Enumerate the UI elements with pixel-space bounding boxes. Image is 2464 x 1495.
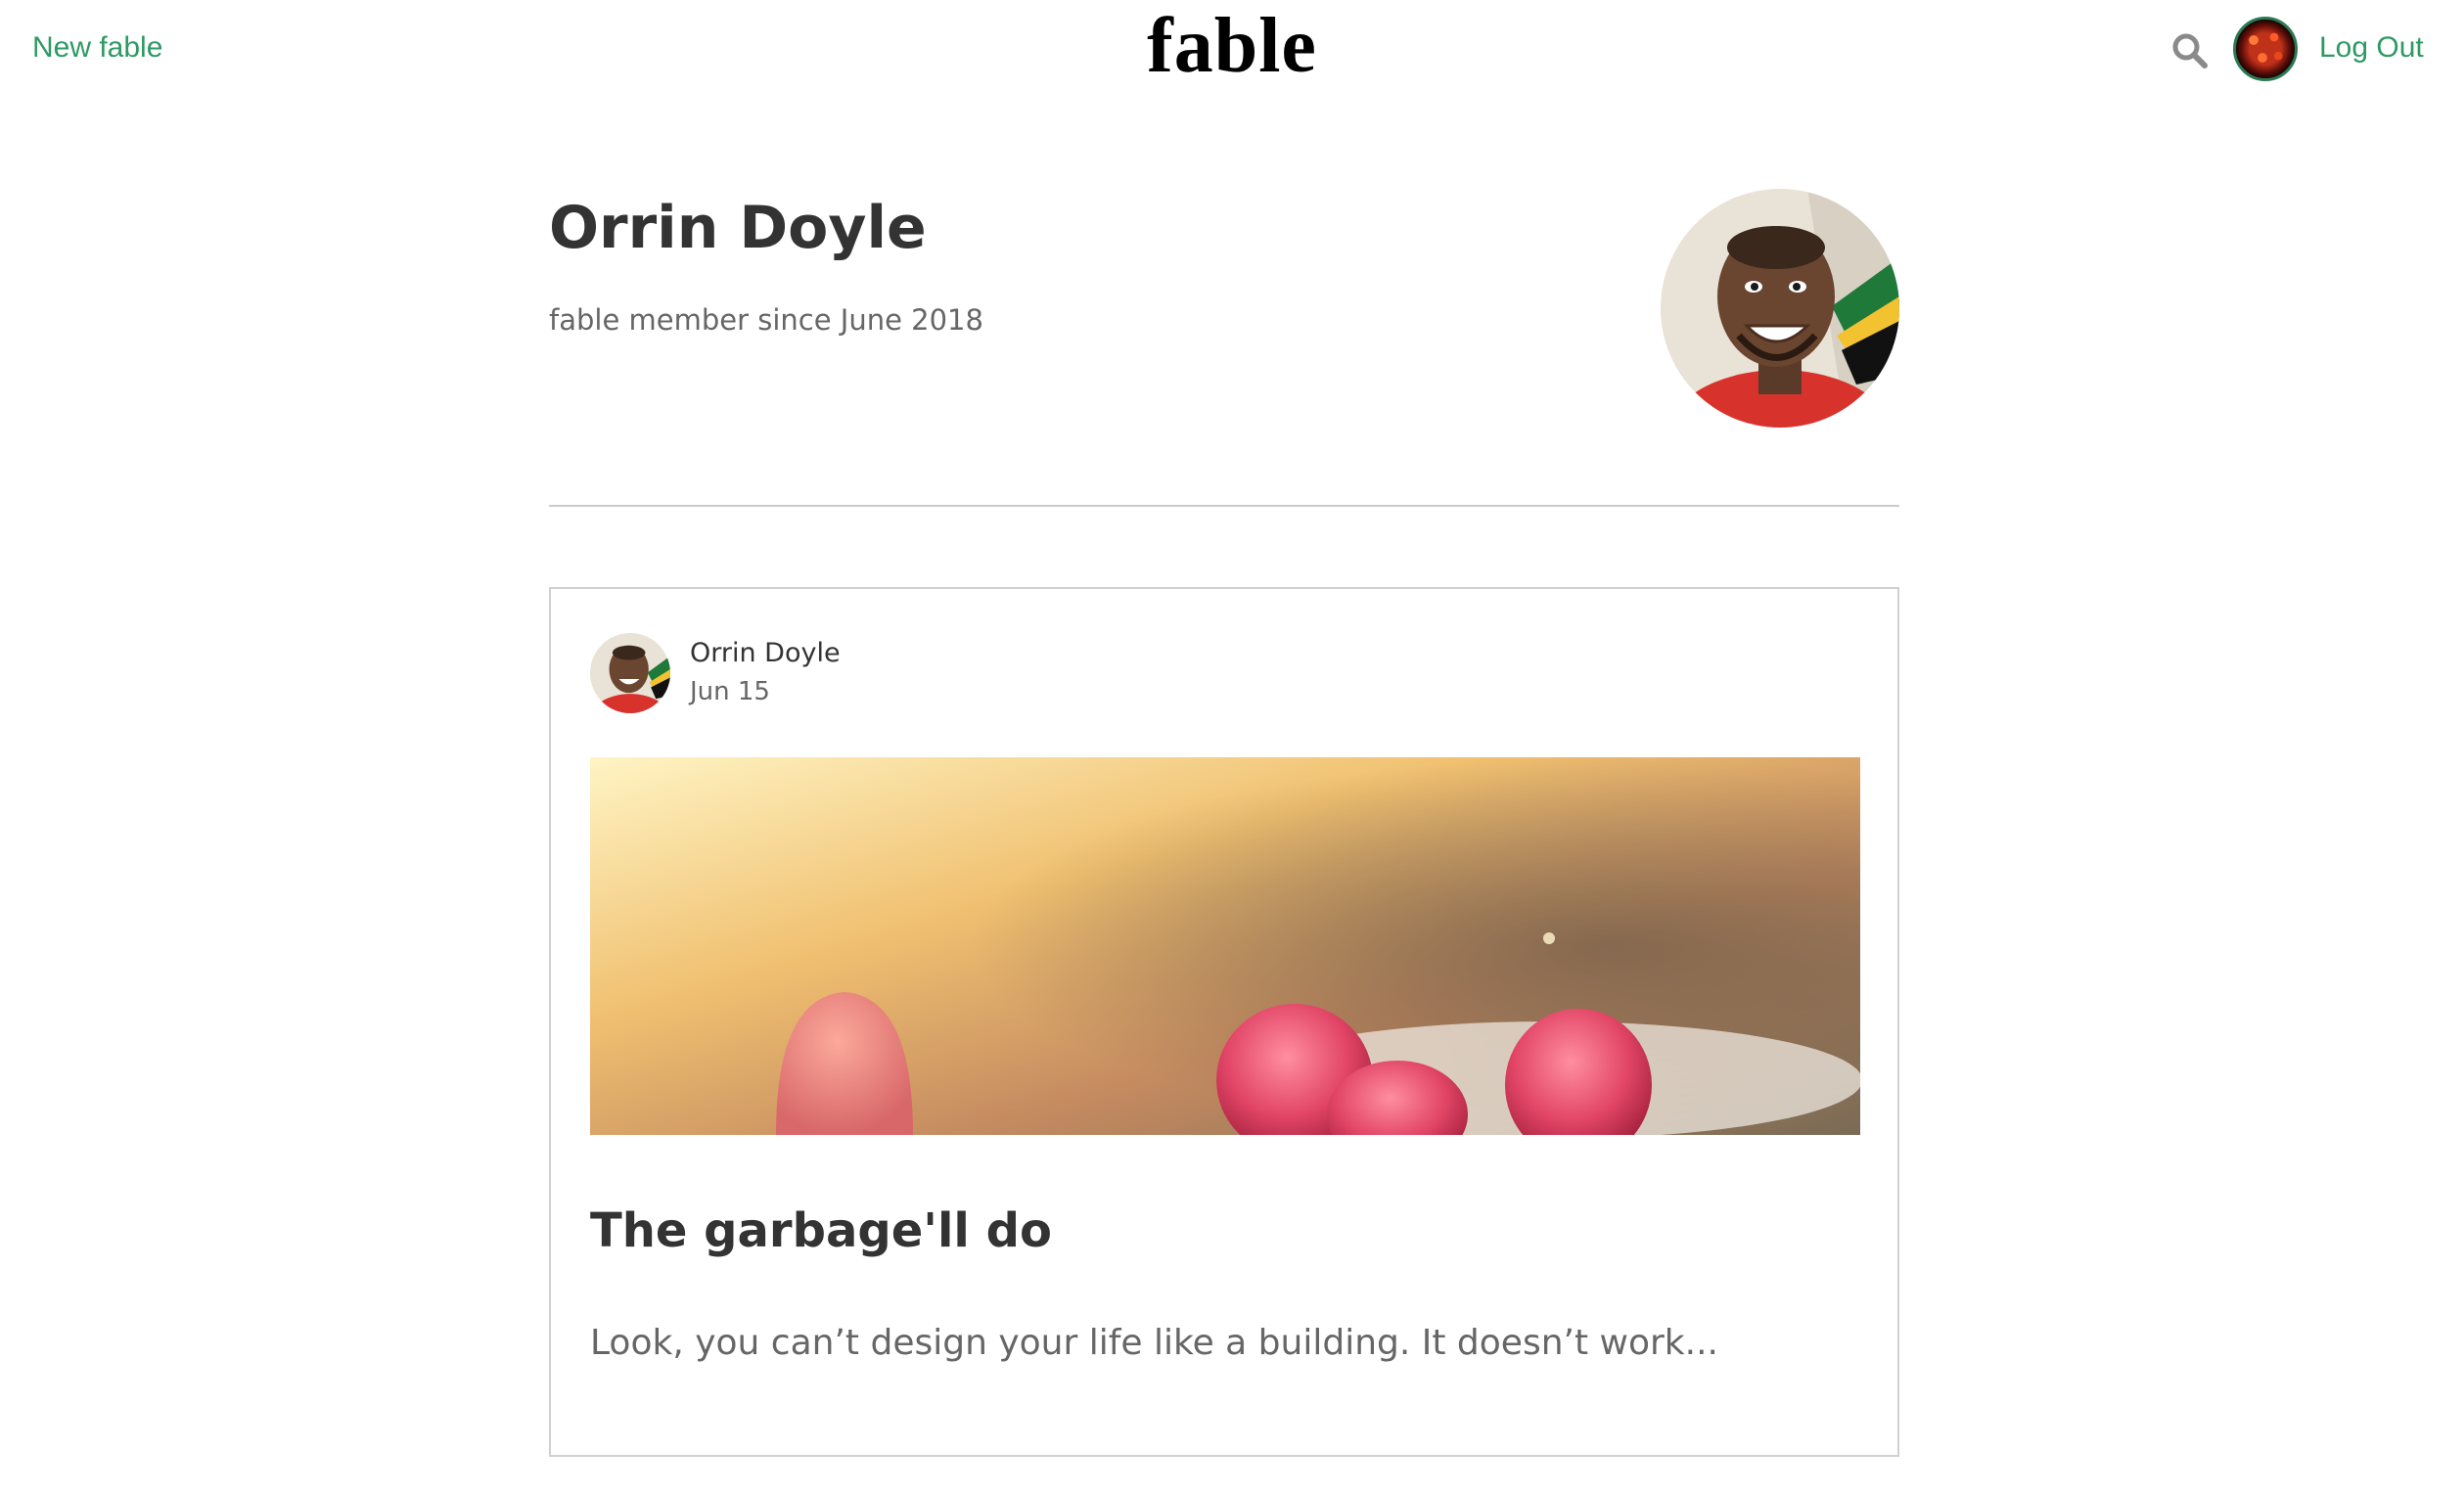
search-button[interactable] [2170,31,2210,70]
member-since-text: fable member since June 2018 [549,303,983,337]
log-out-link[interactable]: Log Out [2319,31,2424,65]
search-icon [2172,33,2208,68]
author-avatar[interactable] [590,633,670,713]
section-divider [549,505,1899,507]
top-navigation: New fable fable Log Out [0,0,2464,103]
post-title[interactable]: The garbage'll do [590,1203,1052,1258]
post-cover-image[interactable] [590,757,1860,1135]
user-avatar[interactable] [2233,17,2298,81]
post-date: Jun 15 [690,677,770,706]
post-author[interactable]: Orrin Doyle [690,638,841,668]
post-excerpt: Look, you can’t design your life like a … [590,1323,1718,1363]
new-fable-link[interactable]: New fable [32,31,162,65]
fable-logo[interactable]: fable [1147,3,1317,89]
logo-wrapper: fable [0,2,2464,91]
profile-photo [1661,189,1899,428]
profile-name: Orrin Doyle [549,194,927,262]
post-card[interactable]: Orrin Doyle Jun 15 The garbage'll do Loo… [549,587,1899,1457]
